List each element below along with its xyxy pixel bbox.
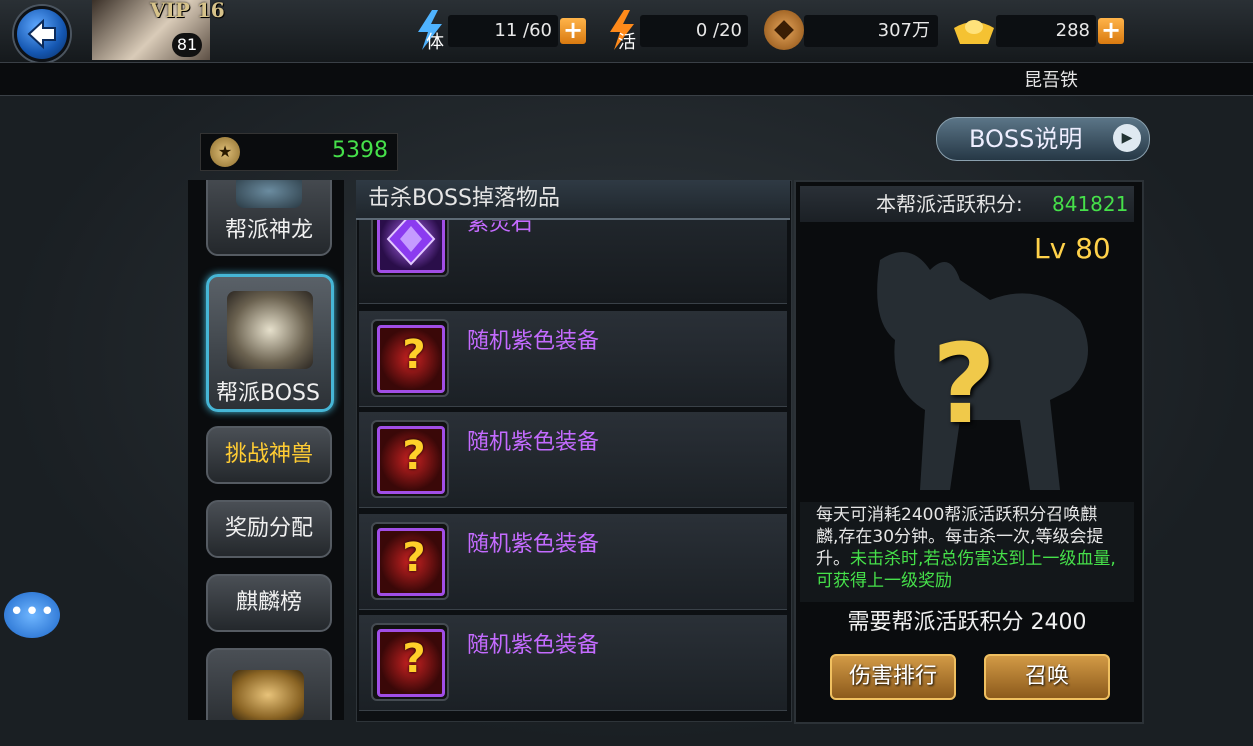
back-arrow-icon bbox=[27, 18, 56, 50]
damage-rank-button[interactable]: 伤害排行 bbox=[830, 654, 956, 700]
list-item[interactable]: ? 随机紫色装备 bbox=[359, 514, 787, 610]
armor-question-icon: ? bbox=[377, 426, 445, 494]
player-level: 81 bbox=[172, 33, 202, 57]
side-nav: 帮派神龙 帮派BOSS 挑战神兽 奖励分配 麒麟榜 bbox=[188, 180, 344, 720]
energy-label: 活 bbox=[618, 32, 636, 53]
vip-badge: VIP 16 bbox=[150, 0, 225, 22]
gold-ingot-icon bbox=[952, 12, 996, 48]
score-value: 841821 bbox=[1052, 192, 1129, 216]
nav-item-rewards[interactable]: 奖励分配 bbox=[206, 500, 332, 558]
coin-bar: 307万 bbox=[804, 15, 938, 47]
qilin-image bbox=[227, 291, 313, 369]
description-highlight: 未击杀时,若总伤害达到上一级血量,可获得上一级奖励 bbox=[816, 549, 1116, 591]
nav-item-ranking[interactable]: 麒麟榜 bbox=[206, 574, 332, 632]
summon-button[interactable]: 召唤 bbox=[984, 654, 1110, 700]
nav-item-challenge[interactable]: 挑战神兽 bbox=[206, 426, 332, 484]
item-slot: ? bbox=[371, 319, 449, 397]
drop-list: 紫灵石 ? 随机紫色装备 ? 随机紫色装备 ? 随机紫色装备 ? 随机紫色装备 bbox=[356, 180, 792, 722]
gold-plus-button[interactable]: + bbox=[1098, 18, 1124, 44]
list-item[interactable]: ? 随机紫色装备 bbox=[359, 412, 787, 508]
gold-value: 288 bbox=[1055, 20, 1090, 41]
nav-item-dragon[interactable]: 帮派神龙 bbox=[206, 180, 332, 256]
nav-item-boss[interactable]: 帮派BOSS bbox=[206, 274, 334, 412]
player-name: 昆吾铁 bbox=[1024, 70, 1078, 91]
item-slot: ? bbox=[371, 623, 449, 701]
nav-item-bag[interactable] bbox=[206, 648, 332, 720]
weapon-question-icon: ? bbox=[377, 325, 445, 393]
energy-bar: 0 /20 bbox=[640, 15, 748, 47]
item-name: 随机紫色装备 bbox=[467, 329, 600, 354]
back-button[interactable] bbox=[14, 6, 70, 62]
gold-bar: 288 bbox=[996, 15, 1096, 47]
dragon-image bbox=[236, 180, 302, 208]
energy-icon: 活 bbox=[604, 8, 640, 53]
chat-bubble-icon[interactable]: ••• bbox=[4, 592, 60, 638]
qilin-silhouette: ? bbox=[840, 240, 1110, 500]
stamina-label: 体 bbox=[426, 32, 444, 53]
stamina-value: 11 /60 bbox=[494, 20, 552, 41]
armor-question-icon: ? bbox=[377, 629, 445, 697]
points-value: 5398 bbox=[332, 138, 388, 163]
score-label: 本帮派活跃积分: bbox=[876, 192, 1023, 216]
stamina-icon: 体 bbox=[412, 8, 448, 53]
item-name: 随机紫色装备 bbox=[467, 430, 600, 455]
item-slot: ? bbox=[371, 420, 449, 498]
item-name: 随机紫色装备 bbox=[467, 532, 600, 557]
list-item[interactable]: ? 随机紫色装备 bbox=[359, 615, 787, 711]
points-icon: ★ bbox=[210, 137, 240, 167]
armor-question-icon: ? bbox=[377, 528, 445, 596]
stamina-bar: 11 /60 bbox=[448, 15, 558, 47]
coin-icon bbox=[764, 10, 804, 50]
required-points: 需要帮派活跃积分 2400 bbox=[847, 610, 1087, 635]
item-slot: ? bbox=[371, 522, 449, 600]
arrow-right-icon: ▶ bbox=[1113, 124, 1141, 152]
drop-list-title: 击杀BOSS掉落物品 bbox=[356, 180, 790, 220]
boss-level: Lv 80 bbox=[1034, 232, 1111, 265]
nav-item-label: 帮派神龙 bbox=[224, 218, 313, 243]
list-item[interactable]: ? 随机紫色装备 bbox=[359, 311, 787, 407]
coin-value: 307万 bbox=[877, 20, 930, 41]
list-item[interactable]: 紫灵石 bbox=[359, 199, 787, 304]
boss-description: 每天可消耗2400帮派活跃积分召唤麒麟,存在30分钟。每击杀一次,等级会提升。未… bbox=[800, 502, 1134, 602]
stamina-plus-button[interactable]: + bbox=[560, 18, 586, 44]
boss-info-label: BOSS说明 bbox=[969, 125, 1083, 153]
nav-item-label: 帮派BOSS bbox=[216, 381, 320, 406]
item-name: 随机紫色装备 bbox=[467, 633, 600, 658]
energy-value: 0 /20 bbox=[695, 20, 742, 41]
question-mark-icon: ? bbox=[932, 320, 996, 448]
money-bag-image bbox=[232, 670, 304, 720]
